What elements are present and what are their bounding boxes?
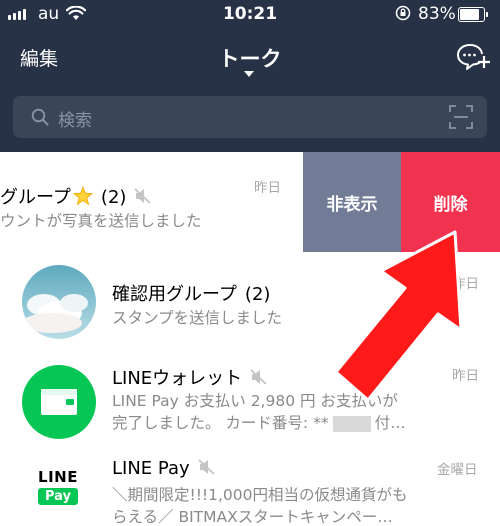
red-arrow-annotation [334, 230, 463, 402]
